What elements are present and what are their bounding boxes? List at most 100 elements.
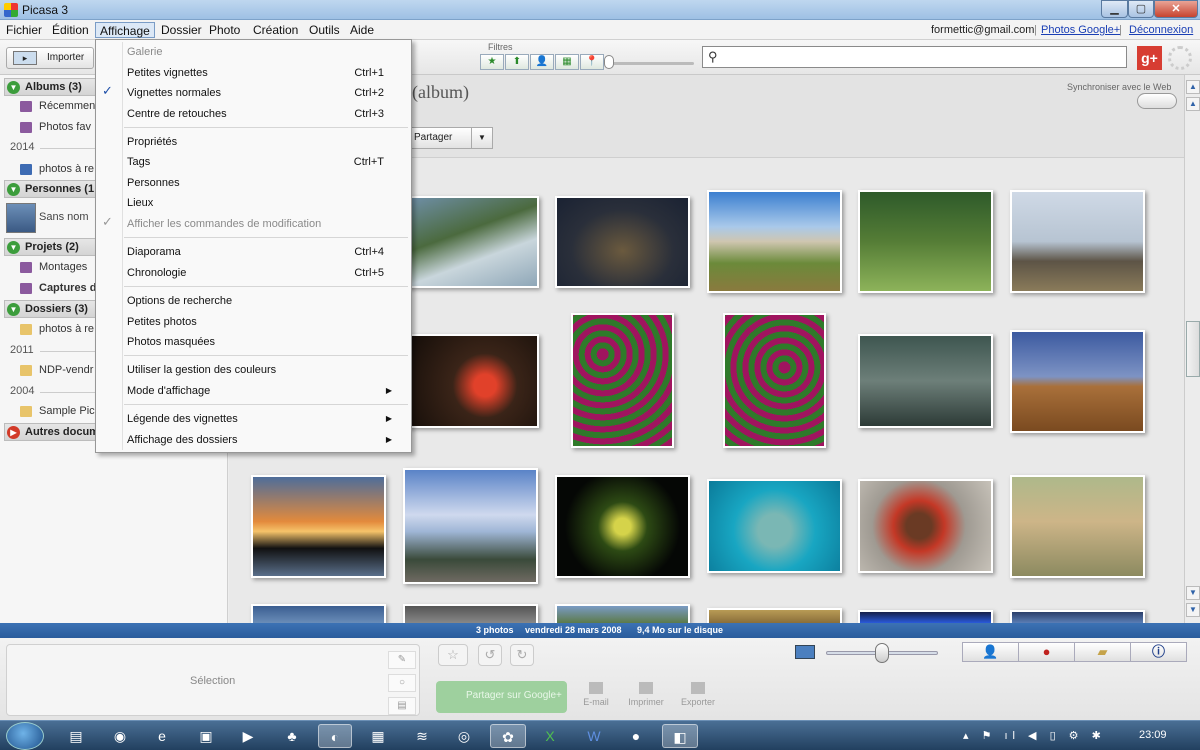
photo-thumbnail[interactable] (1010, 610, 1145, 623)
expand-icon[interactable]: ▼ (7, 241, 20, 254)
menu-item-petites-photos[interactable]: Petites photos (127, 312, 402, 332)
person-avatar[interactable] (6, 203, 36, 233)
share-button[interactable]: Partager (409, 127, 472, 149)
page-down-icon[interactable]: ▼ (1186, 586, 1200, 600)
menu-item-lieux[interactable]: Lieux (127, 193, 402, 213)
expand-icon[interactable]: ▼ (7, 183, 20, 196)
menu-item-chronologie[interactable]: Chronologie Ctrl+5 (127, 263, 402, 283)
export-button[interactable]: Exporter (673, 682, 723, 707)
photo-thumbnail[interactable] (571, 313, 674, 448)
filter-slider-knob[interactable] (604, 55, 614, 69)
menu-item-proprietes[interactable]: Propriétés (127, 132, 402, 152)
photo-thumbnail[interactable] (555, 196, 690, 288)
tags-panel-icon[interactable]: ▰ (1074, 642, 1131, 662)
menu-creation[interactable]: Création (249, 22, 302, 38)
photo-thumbnail[interactable] (707, 608, 842, 623)
google-plus-icon[interactable]: g+ (1137, 46, 1162, 70)
star-icon[interactable]: ☆ (438, 644, 468, 666)
notepad-icon[interactable]: ▦ (364, 724, 392, 748)
menu-fichier[interactable]: Fichier (2, 22, 46, 38)
scrollbar-thumb[interactable] (1186, 321, 1200, 377)
menu-item-personnes[interactable]: Personnes (127, 173, 402, 193)
scroll-up-icon[interactable]: ▲ (1186, 80, 1200, 94)
firefox-icon[interactable]: ◉ (106, 724, 134, 748)
person-label[interactable]: Sans nom (39, 211, 89, 223)
photo-thumbnail[interactable] (858, 479, 993, 573)
photo-thumbnail[interactable] (1010, 190, 1145, 293)
folder-item[interactable]: Sample Pic (20, 402, 95, 420)
menu-aide[interactable]: Aide (346, 22, 378, 38)
taskbar-clock[interactable]: 23:09 (1139, 729, 1167, 741)
photo-thumbnail[interactable] (858, 334, 993, 428)
photo-thumbnail[interactable] (403, 468, 538, 584)
picasa-taskbar-icon[interactable]: ✿ (490, 724, 526, 748)
vertical-scrollbar[interactable]: ▲ ▲ ▼ ▼ (1184, 75, 1200, 623)
photo-thumbnail[interactable] (858, 610, 993, 623)
menu-item-petites-vignettes[interactable]: Petites vignettes Ctrl+1 (127, 63, 402, 83)
explorer-icon[interactable]: ▤ (62, 724, 90, 748)
folder-item[interactable]: NDP-vendr (20, 361, 95, 379)
expand-icon[interactable]: ▼ (7, 81, 20, 94)
photo-thumbnail[interactable] (707, 190, 842, 293)
project-item[interactable]: Montages (20, 258, 95, 276)
menu-item-vignettes-normales[interactable]: Vignettes normales Ctrl+2 (127, 83, 402, 103)
photo-thumbnail[interactable] (1010, 475, 1145, 578)
photo-thumbnail[interactable] (723, 313, 826, 448)
collapse-icon[interactable]: ▶ (7, 426, 20, 439)
minimize-button[interactable]: ▁ (1101, 0, 1128, 18)
expand-icon[interactable]: ▼ (7, 303, 20, 316)
import-button[interactable]: ▸ Importer (6, 47, 94, 69)
filter-slider[interactable] (610, 62, 694, 65)
app-icon[interactable]: ◐ (318, 724, 352, 748)
photo-thumbnail[interactable] (251, 604, 386, 623)
filter-video-icon[interactable]: ▦ (555, 54, 579, 70)
menu-item-legende-vignettes[interactable]: Légende des vignettes ▶ (127, 409, 402, 429)
rotate-right-icon[interactable]: ↻ (510, 644, 534, 666)
photo-thumbnail[interactable] (707, 479, 842, 573)
app-icon[interactable]: ▣ (192, 724, 220, 748)
menu-item-diaporama[interactable]: Diaporama Ctrl+4 (127, 242, 402, 262)
system-tray-icons[interactable]: ▴ ⚑ ıl ◀ ▯ ⚙ ✱ (963, 729, 1106, 742)
album-add-icon[interactable]: ▤ (388, 697, 416, 715)
sync-toggle[interactable] (1137, 93, 1177, 109)
excel-icon[interactable]: X (536, 724, 564, 748)
clear-selection-icon[interactable]: ○ (388, 674, 416, 692)
internet-explorer-icon[interactable]: e (148, 724, 176, 748)
photo-thumbnail[interactable] (405, 334, 539, 428)
menu-affichage[interactable]: Affichage (95, 22, 155, 38)
menu-item-gestion-couleurs[interactable]: Utiliser la gestion des couleurs (127, 360, 402, 380)
app-icon[interactable]: ◧ (662, 724, 698, 748)
filter-person-icon[interactable]: 👤 (530, 54, 554, 70)
media-player-icon[interactable]: ▶ (234, 724, 262, 748)
app-icon[interactable]: ≋ (408, 724, 436, 748)
places-panel-icon[interactable]: ● (1018, 642, 1075, 662)
menu-photo[interactable]: Photo (205, 22, 244, 38)
album-title[interactable]: (album) (412, 82, 469, 103)
folder-item[interactable]: photos à re (20, 320, 95, 338)
chrome-icon[interactable]: ◎ (450, 724, 478, 748)
photos-google-link[interactable]: Photos Google+ (1041, 24, 1120, 36)
scroll-down-icon[interactable]: ▼ (1186, 603, 1200, 617)
menu-item-mode-affichage[interactable]: Mode d'affichage ▶ (127, 381, 402, 401)
start-button[interactable] (6, 722, 44, 750)
page-up-icon[interactable]: ▲ (1186, 97, 1200, 111)
photo-thumbnail[interactable] (858, 190, 993, 293)
photo-thumbnail[interactable] (555, 475, 690, 578)
menu-item-affichage-dossiers[interactable]: Affichage des dossiers ▶ (127, 430, 402, 450)
album-item[interactable]: Récemment (20, 97, 95, 115)
print-button[interactable]: Imprimer (621, 682, 671, 707)
info-panel-icon[interactable]: ⓘ (1130, 642, 1187, 662)
filter-location-icon[interactable]: 📍 (580, 54, 604, 70)
menu-item-options-recherche[interactable]: Options de recherche (127, 291, 402, 311)
menu-outils[interactable]: Outils (305, 22, 344, 38)
hold-icon[interactable]: ✎ (388, 651, 416, 669)
share-google-plus-button[interactable]: Partager sur Google+ (436, 681, 567, 713)
menu-item-tags[interactable]: Tags Ctrl+T (127, 152, 402, 172)
album-item[interactable]: Photos fav (20, 118, 95, 136)
app-icon[interactable]: ♣ (278, 724, 306, 748)
word-icon[interactable]: W (580, 724, 608, 748)
rotate-left-icon[interactable]: ↺ (478, 644, 502, 666)
menu-item-photos-masquees[interactable]: Photos masquées (127, 332, 402, 352)
filter-star-icon[interactable]: ★ (480, 54, 504, 70)
share-dropdown-icon[interactable]: ▼ (471, 127, 493, 149)
